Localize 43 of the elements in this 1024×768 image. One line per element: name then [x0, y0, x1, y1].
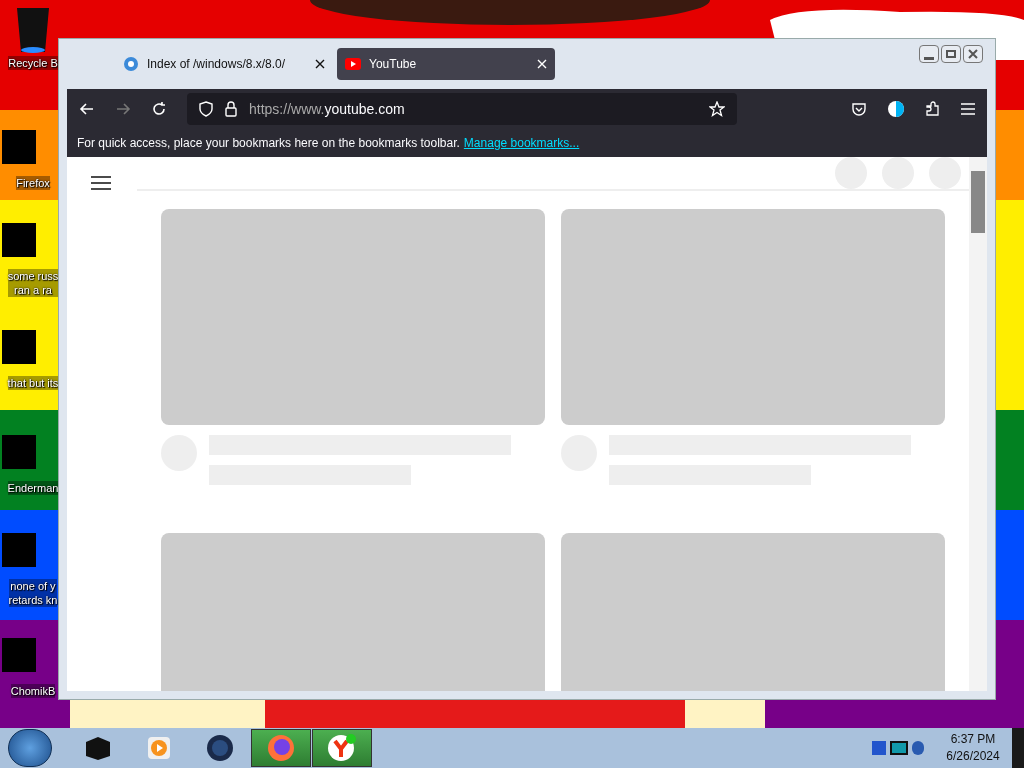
browser-tab[interactable]: YouTube [337, 48, 555, 80]
start-button[interactable] [8, 729, 52, 767]
maximize-button[interactable] [941, 45, 961, 63]
contrast-icon[interactable] [887, 100, 905, 118]
fox-icon [266, 733, 296, 763]
tab-title: Index of /windows/8.x/8.0/ [147, 56, 287, 73]
puzzle-icon[interactable] [925, 101, 941, 117]
icon-label[interactable]: ChomikB [10, 684, 56, 698]
bookmarks-hint: For quick access, place your bookmarks here on the bookmarks toolbar. [77, 135, 460, 152]
clock-time: 6:37 PM [950, 731, 996, 748]
scrollbar[interactable] [969, 157, 987, 691]
close-icon [968, 49, 978, 59]
icon-label[interactable]: Firefox [16, 176, 50, 190]
menu-icon[interactable] [91, 175, 111, 191]
play-logo-icon [345, 58, 361, 70]
star-icon[interactable] [709, 101, 725, 117]
icon-label[interactable]: none of y retards kn [8, 579, 58, 607]
cube-icon [83, 734, 113, 762]
scroll-thumb[interactable] [971, 171, 985, 233]
reload-icon[interactable] [151, 101, 167, 117]
monitor-icon[interactable] [890, 741, 908, 755]
globe-icon [205, 733, 235, 763]
address-bar[interactable]: https://www.youtube.com [187, 93, 737, 125]
icon-label[interactable]: Enderman [7, 481, 59, 495]
manage-bookmarks-link[interactable]: Manage bookmarks... [463, 134, 580, 152]
forward-icon[interactable] [115, 101, 131, 117]
tray-icon[interactable] [912, 741, 924, 755]
back-icon[interactable] [79, 101, 95, 117]
tab-title: YouTube [369, 56, 418, 73]
y-logo-icon [326, 733, 358, 763]
close-button[interactable] [963, 45, 983, 63]
pocket-icon[interactable] [851, 101, 867, 117]
icon-label[interactable]: Recycle B [8, 56, 58, 70]
close-icon[interactable] [315, 59, 325, 69]
url-text: https://www.youtube.com [249, 99, 406, 119]
taskbar-button[interactable] [312, 729, 372, 767]
browser-tab[interactable]: Index of /windows/8.x/8.0/ [115, 48, 333, 80]
play-icon [146, 735, 172, 761]
clock[interactable]: 6:37 PM 6/26/2024 [934, 731, 1012, 765]
minimize-button[interactable] [919, 45, 939, 63]
shield-icon[interactable] [199, 101, 213, 117]
clock-date: 6/26/2024 [946, 748, 1000, 765]
lock-icon[interactable] [225, 101, 237, 117]
